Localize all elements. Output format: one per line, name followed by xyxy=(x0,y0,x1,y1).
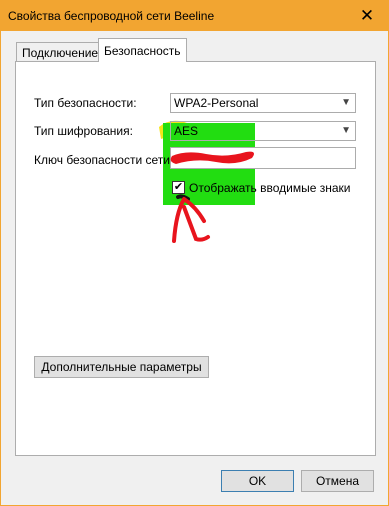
security-key-label: Ключ безопасности сети xyxy=(34,153,170,167)
security-type-label: Тип безопасности: xyxy=(34,96,137,110)
close-icon: ✕ xyxy=(359,6,375,25)
ok-button[interactable]: OK xyxy=(221,470,294,492)
encryption-type-select[interactable]: AES ▼ xyxy=(170,121,356,141)
tab-connection[interactable]: Подключение xyxy=(16,42,105,62)
security-type-value: WPA2-Personal xyxy=(174,96,259,110)
encryption-type-label: Тип шифрования: xyxy=(34,124,133,138)
security-key-input[interactable] xyxy=(170,147,356,169)
chevron-down-icon: ▼ xyxy=(341,97,351,108)
dialog-window: Свойства беспроводной сети Beeline ✕ Под… xyxy=(0,0,389,506)
window-title: Свойства беспроводной сети Beeline xyxy=(8,9,215,23)
advanced-settings-button[interactable]: Дополнительные параметры xyxy=(34,356,209,378)
cancel-button[interactable]: Отмена xyxy=(301,470,374,492)
close-button[interactable]: ✕ xyxy=(346,1,388,31)
chevron-down-icon: ▼ xyxy=(341,125,351,136)
show-characters-checkbox[interactable]: ✔ xyxy=(172,181,185,194)
security-type-select[interactable]: WPA2-Personal ▼ xyxy=(170,93,356,113)
show-characters-label: Отображать вводимые знаки xyxy=(189,181,351,195)
title-bar[interactable]: Свойства беспроводной сети Beeline ✕ xyxy=(1,1,388,31)
encryption-type-value: AES xyxy=(174,124,199,138)
tab-security[interactable]: Безопасность xyxy=(98,38,187,62)
